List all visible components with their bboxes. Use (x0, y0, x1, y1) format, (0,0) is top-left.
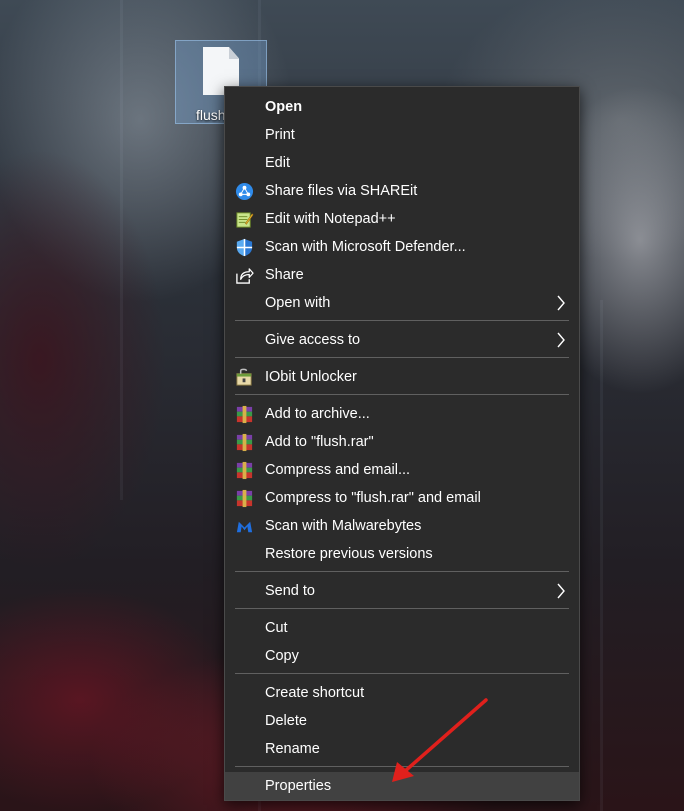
menu-item-label: Print (265, 127, 295, 143)
context-menu: Open Print Edit Share files via SHAREit … (224, 86, 580, 801)
wallpaper-streak (600, 300, 603, 811)
menu-item-label: Add to archive... (265, 406, 370, 422)
menu-separator (235, 766, 569, 767)
winrar-icon (236, 461, 253, 480)
menu-item-compress-rar-email[interactable]: Compress to "flush.rar" and email (225, 484, 579, 512)
menu-item-label: Share files via SHAREit (265, 183, 418, 199)
menu-item-label: Edit with Notepad++ (265, 211, 396, 227)
menu-item-add-to-archive[interactable]: Add to archive... (225, 400, 579, 428)
menu-item-rename[interactable]: Rename (225, 735, 579, 763)
menu-item-open[interactable]: Open (225, 93, 579, 121)
menu-item-copy[interactable]: Copy (225, 642, 579, 670)
wallpaper-streak (120, 0, 123, 500)
defender-shield-icon (236, 238, 253, 257)
menu-item-iobit-unlocker[interactable]: IObit Unlocker (225, 363, 579, 391)
malwarebytes-icon (236, 521, 253, 533)
menu-separator (235, 571, 569, 572)
menu-item-label: Rename (265, 741, 320, 757)
menu-item-malwarebytes[interactable]: Scan with Malwarebytes (225, 512, 579, 540)
menu-separator (235, 608, 569, 609)
winrar-icon (236, 489, 253, 508)
menu-item-label: Copy (265, 648, 299, 664)
menu-item-label: Add to "flush.rar" (265, 434, 374, 450)
iobit-unlocker-icon (236, 368, 252, 386)
menu-item-label: Properties (265, 778, 332, 794)
menu-item-edit[interactable]: Edit (225, 149, 579, 177)
winrar-icon (236, 405, 253, 424)
menu-item-share-shareit[interactable]: Share files via SHAREit (225, 177, 579, 205)
menu-item-cut[interactable]: Cut (225, 614, 579, 642)
menu-item-label: Scan with Microsoft Defender... (265, 239, 466, 255)
chevron-right-icon (557, 332, 565, 348)
menu-item-open-with[interactable]: Open with (225, 289, 579, 317)
menu-item-notepadpp[interactable]: Edit with Notepad++ (225, 205, 579, 233)
chevron-right-icon (557, 583, 565, 599)
menu-item-label: Create shortcut (265, 685, 365, 701)
menu-item-label: Open (265, 99, 303, 115)
menu-separator (235, 673, 569, 674)
menu-item-add-to-rar[interactable]: Add to "flush.rar" (225, 428, 579, 456)
menu-item-label: IObit Unlocker (265, 369, 357, 385)
menu-separator (235, 320, 569, 321)
menu-item-give-access[interactable]: Give access to (225, 326, 579, 354)
menu-separator (235, 394, 569, 395)
menu-item-label: Delete (265, 713, 307, 729)
share-icon (236, 268, 254, 284)
menu-item-send-to[interactable]: Send to (225, 577, 579, 605)
menu-item-delete[interactable]: Delete (225, 707, 579, 735)
menu-item-share[interactable]: Share (225, 261, 579, 289)
menu-item-print[interactable]: Print (225, 121, 579, 149)
notepadpp-icon (236, 212, 254, 228)
menu-separator (235, 357, 569, 358)
menu-item-label: Share (265, 267, 304, 283)
menu-item-label: Compress and email... (265, 462, 411, 478)
menu-item-label: Scan with Malwarebytes (265, 518, 422, 534)
menu-item-label: Restore previous versions (265, 546, 433, 562)
menu-item-label: Cut (265, 620, 288, 636)
menu-item-restore-previous[interactable]: Restore previous versions (225, 540, 579, 568)
menu-item-label: Compress to "flush.rar" and email (265, 490, 481, 506)
winrar-icon (236, 433, 253, 452)
chevron-right-icon (557, 295, 565, 311)
menu-item-compress-email[interactable]: Compress and email... (225, 456, 579, 484)
menu-item-label: Send to (265, 583, 315, 599)
menu-item-label: Give access to (265, 332, 361, 348)
menu-item-properties[interactable]: Properties (225, 772, 579, 800)
shareit-icon (235, 182, 254, 201)
menu-item-label: Edit (265, 155, 290, 171)
menu-item-label: Open with (265, 295, 331, 311)
menu-item-defender[interactable]: Scan with Microsoft Defender... (225, 233, 579, 261)
file-fold-corner (229, 47, 239, 59)
desktop-file-label: flush (196, 107, 226, 123)
menu-item-create-shortcut[interactable]: Create shortcut (225, 679, 579, 707)
